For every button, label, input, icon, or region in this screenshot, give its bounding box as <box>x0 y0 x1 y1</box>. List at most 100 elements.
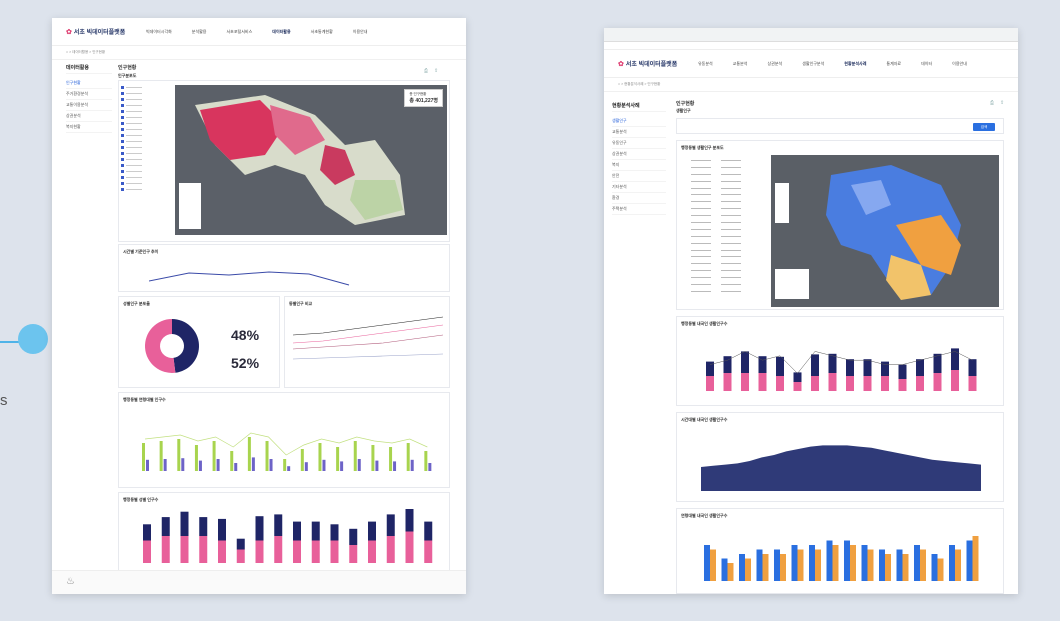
right-nav-item[interactable]: 통계자료 <box>886 61 901 67</box>
legend-checkbox[interactable] <box>121 91 124 95</box>
gender-bar-male <box>143 524 151 541</box>
bar2-bar-a <box>949 545 955 581</box>
sidebar-item[interactable]: 환경 <box>612 193 666 204</box>
legend-checkbox[interactable] <box>121 169 124 173</box>
left-nav-item[interactable]: 빅데이터시각화 <box>146 29 172 35</box>
legend-checkbox[interactable] <box>121 103 124 107</box>
legend-checkbox[interactable] <box>121 175 124 179</box>
left-nav-item[interactable]: 서초통계현황 <box>311 29 333 35</box>
area-title: 시간대별 내국인 생활인구수 <box>681 417 728 422</box>
search-button[interactable]: 검색 <box>973 123 995 131</box>
legend-checkbox[interactable] <box>121 139 124 143</box>
age-bar-b <box>198 460 202 471</box>
bar1-bar-b <box>741 373 749 391</box>
legend-row[interactable] <box>121 103 171 107</box>
gender-bar-female <box>218 540 226 563</box>
compare-series-1 <box>293 316 443 336</box>
sidebar-item[interactable]: 안전 <box>612 171 666 182</box>
map-stat-box: 총 인구현황 총 401,227명 <box>404 89 443 107</box>
legend-checkbox[interactable] <box>121 127 124 131</box>
share-icon[interactable]: ⇪ <box>434 68 438 74</box>
legend-checkbox[interactable] <box>121 187 124 191</box>
page-title: 인구현황 <box>676 101 695 107</box>
bar2-panel: 연령대별 내국인 생활인구수 <box>676 508 1004 594</box>
legend-row[interactable] <box>121 169 171 173</box>
sidebar-item[interactable]: 상권분석 <box>612 149 666 160</box>
sidebar-item[interactable]: 복지 <box>612 160 666 171</box>
population-map[interactable] <box>771 155 999 307</box>
trend-series-line <box>149 271 350 286</box>
right-nav-item[interactable]: 상권분석 <box>767 61 782 67</box>
legend-checkbox[interactable] <box>121 151 124 155</box>
legend-row[interactable] <box>121 91 171 95</box>
sidebar-item[interactable]: 복지현황 <box>66 122 112 133</box>
table-row <box>691 219 741 226</box>
right-nav-item[interactable]: 생활인구분석 <box>802 61 824 67</box>
table-row <box>691 267 741 274</box>
population-map[interactable]: 총 인구현황 총 401,227명 <box>175 85 447 235</box>
legend-row[interactable] <box>121 175 171 179</box>
legend-checkbox[interactable] <box>121 181 124 185</box>
legend-checkbox[interactable] <box>121 115 124 119</box>
legend-row[interactable] <box>121 151 171 155</box>
legend-checkbox[interactable] <box>121 145 124 149</box>
legend-row[interactable] <box>121 115 171 119</box>
sidebar-item[interactable]: 주거환경분석 <box>66 89 112 100</box>
legend-checkbox[interactable] <box>121 85 124 89</box>
bar1-line <box>709 351 973 374</box>
sidebar-item[interactable]: 교통이용분석 <box>66 100 112 111</box>
legend-row[interactable] <box>121 127 171 131</box>
legend-label <box>126 140 142 142</box>
legend-row[interactable] <box>121 145 171 149</box>
right-nav-item[interactable]: 현황분석사례 <box>844 61 866 67</box>
left-nav-item[interactable]: 서초포털서비스 <box>227 29 253 35</box>
age-bar-b <box>428 463 432 471</box>
layer-control[interactable] <box>775 183 789 223</box>
sidebar-item[interactable]: 유동인구 <box>612 138 666 149</box>
print-icon[interactable]: ⎙ <box>424 68 428 74</box>
legend-checkbox[interactable] <box>121 157 124 161</box>
legend-checkbox[interactable] <box>121 163 124 167</box>
share-icon[interactable]: ⇪ <box>1000 100 1004 106</box>
sidebar-item[interactable]: 주택분석 <box>612 204 666 215</box>
legend-row[interactable] <box>121 181 171 185</box>
sidebar-item[interactable]: 기타분석 <box>612 182 666 193</box>
legend-checkbox[interactable] <box>121 133 124 137</box>
legend-row[interactable] <box>121 97 171 101</box>
age-bar-a <box>424 451 428 471</box>
left-nav-item[interactable]: 분석활용 <box>192 29 207 35</box>
sidebar-item[interactable]: 생활인구 <box>612 116 666 127</box>
legend-checkbox[interactable] <box>121 121 124 125</box>
gender-bar-male <box>199 517 208 536</box>
left-nav-item[interactable]: 데이터활용 <box>272 29 290 35</box>
site-logo[interactable]: ✿ 서초 빅데이터플랫폼 <box>618 59 698 69</box>
legend-row[interactable] <box>121 187 171 191</box>
legend-row[interactable] <box>121 109 171 113</box>
right-nav-item[interactable]: 교통분석 <box>733 61 748 67</box>
bar2-bar-a <box>826 540 833 581</box>
table-row <box>691 157 741 164</box>
sidebar-item[interactable]: 교통분석 <box>612 127 666 138</box>
age-bar-b <box>163 459 167 471</box>
gender-bar-female <box>424 540 433 563</box>
right-nav-item[interactable]: 이용안내 <box>952 61 967 67</box>
legend-row[interactable] <box>121 163 171 167</box>
legend-row[interactable] <box>121 121 171 125</box>
legend-label <box>126 176 142 178</box>
site-logo[interactable]: ✿ 서초 빅데이터플랫폼 <box>66 27 146 37</box>
legend-row[interactable] <box>121 157 171 161</box>
legend-checkbox[interactable] <box>121 97 124 101</box>
right-nav-item[interactable]: 데이터 <box>921 61 932 67</box>
legend-row[interactable] <box>121 133 171 137</box>
sidebar-item[interactable]: 상권분석 <box>66 111 112 122</box>
sidebar-item[interactable]: 인구현황 <box>66 78 112 89</box>
legend-row[interactable] <box>121 85 171 89</box>
print-icon[interactable]: ⎙ <box>990 100 994 106</box>
table-row <box>691 240 741 247</box>
right-nav-item[interactable]: 유동분석 <box>698 61 713 67</box>
gender-bar-female <box>236 549 245 563</box>
left-nav-item[interactable]: 이용안내 <box>353 29 368 35</box>
legend-checkbox[interactable] <box>121 109 124 113</box>
legend-row[interactable] <box>121 139 171 143</box>
age-bar-b <box>375 460 379 471</box>
